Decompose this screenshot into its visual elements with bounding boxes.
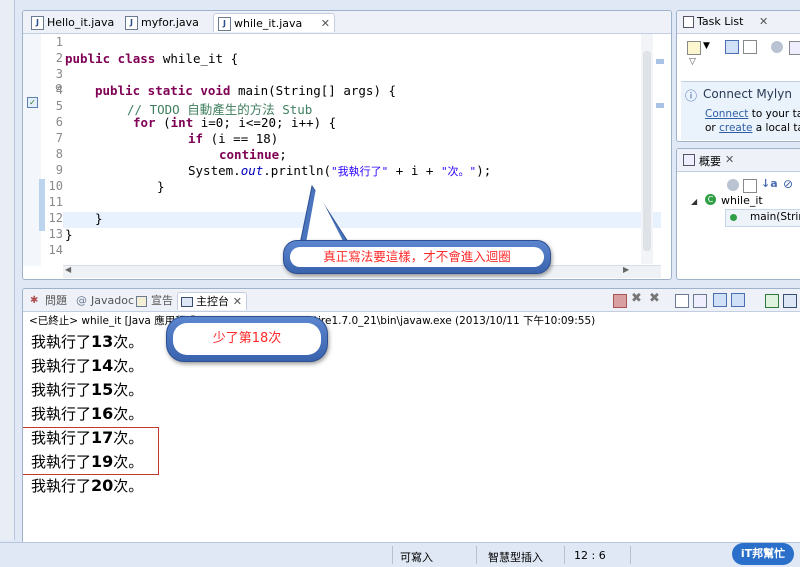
console-text: 次。: [113, 357, 144, 375]
console-tab-bar: ✱ 問題 @ Javadoc 宣告 主控台 ✕ ✖ ✖: [23, 289, 800, 312]
status-insert-mode: 智慧型插入: [488, 551, 543, 564]
status-bar: 可寫入 智慧型插入 12 : 6 iT邦幫忙: [0, 542, 800, 567]
console-text: 我執行了: [31, 405, 92, 423]
task-list-pane: Task List ✕ ▼ ▽ ⓘ Connect Mylyn Connect …: [676, 10, 800, 142]
status-separator: [392, 546, 393, 564]
tab-label: 宣告: [151, 294, 173, 307]
console-icon: [181, 297, 193, 307]
tab-label: 問題: [45, 294, 67, 307]
collapse-all-icon[interactable]: [789, 41, 800, 55]
public-method-icon: [730, 214, 737, 221]
console-number: 13: [91, 332, 114, 351]
console-text: 次。: [113, 477, 144, 495]
tab-declaration[interactable]: 宣告: [133, 292, 177, 310]
remove-all-icon[interactable]: ✖: [649, 291, 660, 306]
at-icon: @: [76, 294, 87, 307]
close-icon[interactable]: ✕: [233, 293, 242, 311]
mylyn-panel: ⓘ Connect Mylyn Connect to your task or …: [681, 81, 800, 140]
expand-icon[interactable]: ◢: [691, 197, 697, 206]
console-text: 次。: [113, 381, 144, 399]
console-pane: ✱ 問題 @ Javadoc 宣告 主控台 ✕ ✖ ✖ <已終止> while_…: [22, 288, 800, 544]
task-list-title-bar: Task List ✕: [677, 11, 800, 34]
console-text: 我執行了: [31, 477, 92, 495]
mylyn-title: Connect Mylyn: [703, 87, 792, 101]
console-line: 我執行了14次。: [31, 355, 143, 376]
tab-label: 主控台: [196, 295, 229, 308]
scheduled-icon[interactable]: [743, 40, 757, 54]
console-number: 14: [91, 356, 114, 375]
clear-console-icon[interactable]: [675, 294, 689, 308]
editor-callout-text: 真正寫法要這樣，才不會進入迴圈: [323, 249, 511, 264]
tab-problems[interactable]: ✱ 問題: [27, 292, 71, 310]
close-icon[interactable]: ✕: [725, 153, 734, 166]
console-text: 次。: [113, 333, 144, 351]
new-task-icon[interactable]: [687, 41, 701, 55]
tab-javadoc[interactable]: @ Javadoc: [73, 292, 134, 310]
create-rest-text: a local task: [755, 122, 800, 134]
outline-method-name: main(String: [750, 211, 800, 223]
task-list-title[interactable]: Task List: [697, 15, 743, 28]
console-line: 我執行了13次。: [31, 331, 143, 352]
connect-rest-text: to your task: [751, 108, 800, 120]
console-number: 20: [91, 476, 114, 495]
declaration-icon: [136, 296, 147, 307]
console-text: 我執行了: [31, 381, 92, 399]
task-list-icon: [683, 16, 694, 28]
outline-pane: 概要 ✕ ↓a ⊘ ◢ C while_it main(String: [676, 148, 800, 280]
console-callout: 少了第18次: [166, 316, 328, 362]
show-on-output-icon[interactable]: [713, 293, 727, 307]
watermark-logo: iT邦幫忙: [732, 543, 794, 565]
status-cursor-position: 12 : 6: [574, 549, 606, 562]
class-icon: C: [705, 194, 716, 205]
console-number: 16: [91, 404, 114, 423]
console-text: 次。: [113, 405, 144, 423]
scroll-lock-icon[interactable]: [693, 294, 707, 308]
console-callout-text: 少了第18次: [212, 331, 282, 346]
remove-launch-icon[interactable]: ✖: [631, 291, 642, 306]
hide-completed-icon[interactable]: [771, 41, 783, 53]
open-console-icon[interactable]: [783, 294, 797, 308]
connect-link[interactable]: Connect: [705, 108, 748, 120]
create-line: or create a local task: [705, 122, 800, 134]
outline-title-bar: 概要 ✕: [677, 149, 800, 172]
show-on-error-icon[interactable]: [731, 293, 745, 307]
problems-icon: ✱: [30, 295, 39, 306]
status-separator: [564, 546, 565, 564]
status-writable: 可寫入: [400, 551, 433, 564]
console-line: 我執行了20次。: [31, 475, 143, 496]
info-icon: ⓘ: [685, 89, 698, 103]
editor-callout: 真正寫法要這樣，才不會進入迴圈: [283, 240, 551, 274]
hide-static-icon[interactable]: [743, 179, 757, 193]
tab-console[interactable]: 主控台 ✕: [177, 292, 247, 310]
highlight-box: [23, 427, 159, 475]
outline-method-row[interactable]: main(String: [725, 209, 800, 227]
categorized-icon[interactable]: [725, 40, 739, 54]
close-icon[interactable]: ✕: [759, 15, 768, 28]
outline-class-name[interactable]: while_it: [721, 194, 763, 207]
console-text: 我執行了: [31, 357, 92, 375]
view-menu-icon[interactable]: ▽: [689, 57, 696, 67]
hide-nonpublic-icon[interactable]: ⊘: [783, 177, 793, 191]
status-separator: [630, 546, 631, 564]
outline-title[interactable]: 概要: [699, 153, 721, 169]
console-line: 我執行了15次。: [31, 379, 143, 400]
hide-fields-icon[interactable]: [727, 179, 739, 191]
or-text: or: [705, 122, 720, 134]
terminate-icon[interactable]: [613, 294, 627, 308]
console-text: 我執行了: [31, 333, 92, 351]
sort-icon[interactable]: ↓a: [761, 177, 778, 190]
tab-label: Javadoc: [91, 294, 134, 307]
outline-icon: [683, 154, 695, 166]
connect-line: Connect to your task: [705, 108, 800, 120]
status-separator: [476, 546, 477, 564]
console-number: 15: [91, 380, 114, 399]
create-link[interactable]: create: [719, 122, 752, 134]
dropdown-icon[interactable]: ▼: [703, 41, 710, 51]
console-line: 我執行了16次。: [31, 403, 143, 424]
pin-console-icon[interactable]: [765, 294, 779, 308]
